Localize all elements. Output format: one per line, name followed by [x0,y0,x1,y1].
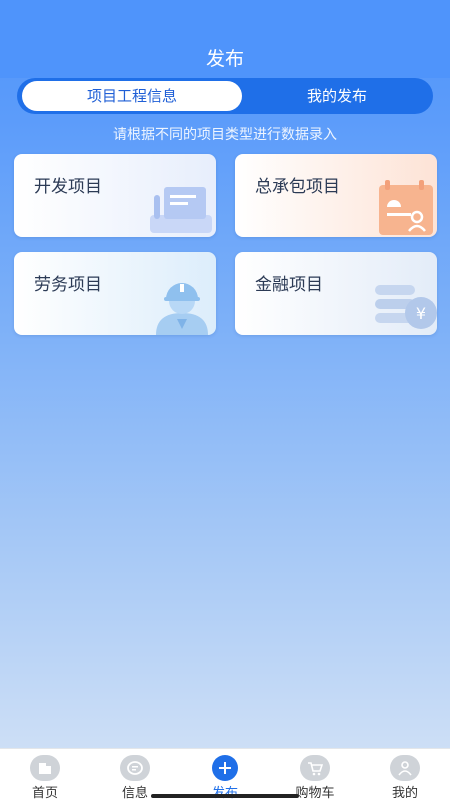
coins-illustration-icon: ¥ [375,285,437,329]
tab-mine[interactable]: 我的 [360,749,450,801]
plus-icon [212,755,238,781]
card-finance-project[interactable]: 金融项目 ¥ [235,252,437,335]
card-label: 金融项目 [255,275,323,295]
card-general-contract-project[interactable]: 总承包项目 [235,154,437,237]
tab-project-info[interactable]: 项目工程信息 [22,81,242,111]
tab-label: 我的 [391,786,418,801]
tab-label: 首页 [31,786,58,801]
worker-illustration-icon [156,283,208,335]
instruction-text: 请根据不同的项目类型进行数据录入 [113,127,337,143]
card-label: 总承包项目 [255,177,340,197]
contract-illustration-icon [379,180,433,235]
home-indicator [151,794,299,798]
home-icon [30,755,60,781]
card-labor-project[interactable]: 劳务项目 [14,252,216,335]
segment-control: 项目工程信息 我的发布 [17,78,433,114]
tab-label: 购物车 [295,786,335,801]
card-label: 劳务项目 [34,275,102,295]
card-label: 开发项目 [34,177,102,197]
svg-text:¥: ¥ [416,304,426,323]
message-icon [120,755,150,781]
page-title: 发布 [205,48,244,70]
tab-label: 信息 [121,786,148,801]
tab-label: 发布 [180,782,270,801]
tab-my-posts[interactable]: 我的发布 [245,81,429,111]
tab-home[interactable]: 首页 [0,749,90,801]
cart-icon [300,755,330,781]
document-illustration-icon [150,187,212,233]
card-development-project[interactable]: 开发项目 [14,154,216,237]
user-icon [390,755,420,781]
